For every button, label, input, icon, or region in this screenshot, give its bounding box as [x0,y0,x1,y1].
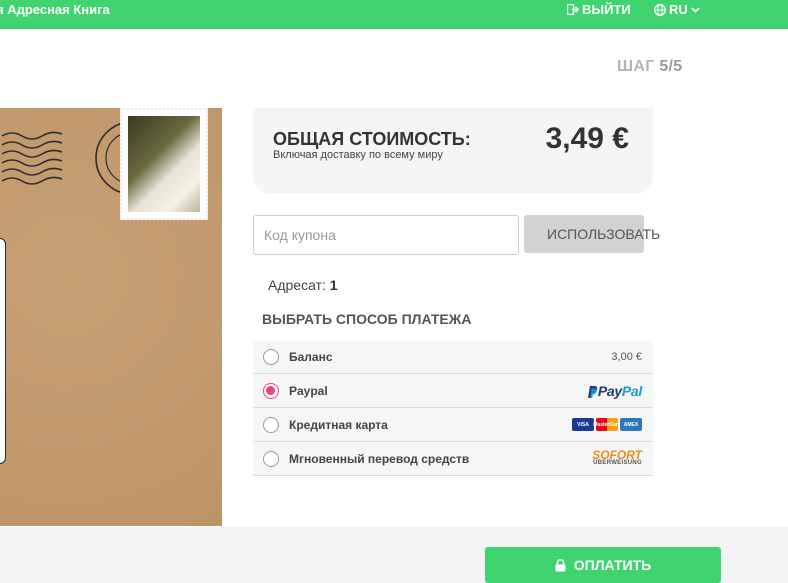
lock-icon [555,558,566,571]
payment-option-label: Кредитная карта [289,417,388,432]
logout-label: ВЫЙТИ [582,2,631,17]
credit-card-logos: VISA MasterCard AMEX [572,418,642,431]
sofort-logo: SOFORT ÜBERWEISUNG [592,447,642,466]
step-prefix: ШАГ [617,58,660,75]
payment-option-credit-card[interactable]: Кредитная карта VISA MasterCard AMEX [253,408,653,442]
payment-option-label: Мгновенный перевод средств [289,451,470,466]
total-cost-title: ОБЩАЯ СТОИМОСТЬ: [273,129,471,149]
payment-option-instant-transfer[interactable]: Мгновенный перевод средств SOFORT ÜBERWE… [253,442,653,476]
payment-option-paypal[interactable]: Paypal PayPal [253,374,653,408]
globe-icon [654,3,666,16]
step-indicator: ШАГ 5/5 [617,58,683,76]
pay-label: ОПЛАТИТЬ [573,557,652,573]
apply-coupon-button[interactable]: ИСПОЛЬЗОВАТЬ [524,215,660,253]
payment-option-balance[interactable]: Баланс 3,00 € [253,341,653,374]
postmark-icon [1,131,63,185]
paypal-icon [587,385,598,398]
payment-method-list: Баланс 3,00 € Paypal PayPal Кредитная ка… [253,341,653,476]
recipients-count: Адресат: 1 [268,277,338,293]
payment-option-label: Paypal [289,383,328,398]
payment-option-label: Баланс [289,350,333,364]
chevron-down-icon [691,6,700,13]
payment-method-title: ВЫБРАТЬ СПОСОБ ПЛАТЕЖА [262,311,472,327]
top-bar: я Адресная Книга ВЫЙТИ RU [0,0,788,29]
pay-button[interactable]: ОПЛАТИТЬ [485,547,721,583]
language-label: RU [669,2,688,17]
logout-button[interactable]: ВЫЙТИ [567,2,631,17]
envelope-address-window [0,238,6,464]
instant-transfer-radio[interactable] [263,450,279,467]
visa-icon: VISA [572,418,594,431]
app-title[interactable]: я Адресная Книга [0,2,110,17]
credit-card-radio[interactable] [263,416,279,433]
step-value: 5/5 [659,58,683,75]
recipients-value: 1 [329,277,338,293]
paypal-logo: PayPal [587,383,642,399]
cost-summary: ОБЩАЯ СТОИМОСТЬ: Включая доставку по все… [253,108,653,194]
logout-icon [567,4,579,15]
mastercard-icon: MasterCard [593,418,621,431]
coupon-input[interactable] [253,215,519,255]
postage-stamp [120,108,208,220]
recipients-label: Адресат: [268,277,326,293]
stamp-image [128,116,200,212]
language-selector[interactable]: RU [654,2,700,17]
balance-radio[interactable] [263,349,279,365]
paypal-radio[interactable] [263,382,279,399]
balance-amount: 3,00 € [611,351,642,363]
total-cost-value: 3,49 € [545,122,629,155]
total-cost-subtitle: Включая доставку по всему миру [273,149,443,161]
amex-icon: AMEX [620,418,642,431]
envelope-preview [0,108,222,526]
